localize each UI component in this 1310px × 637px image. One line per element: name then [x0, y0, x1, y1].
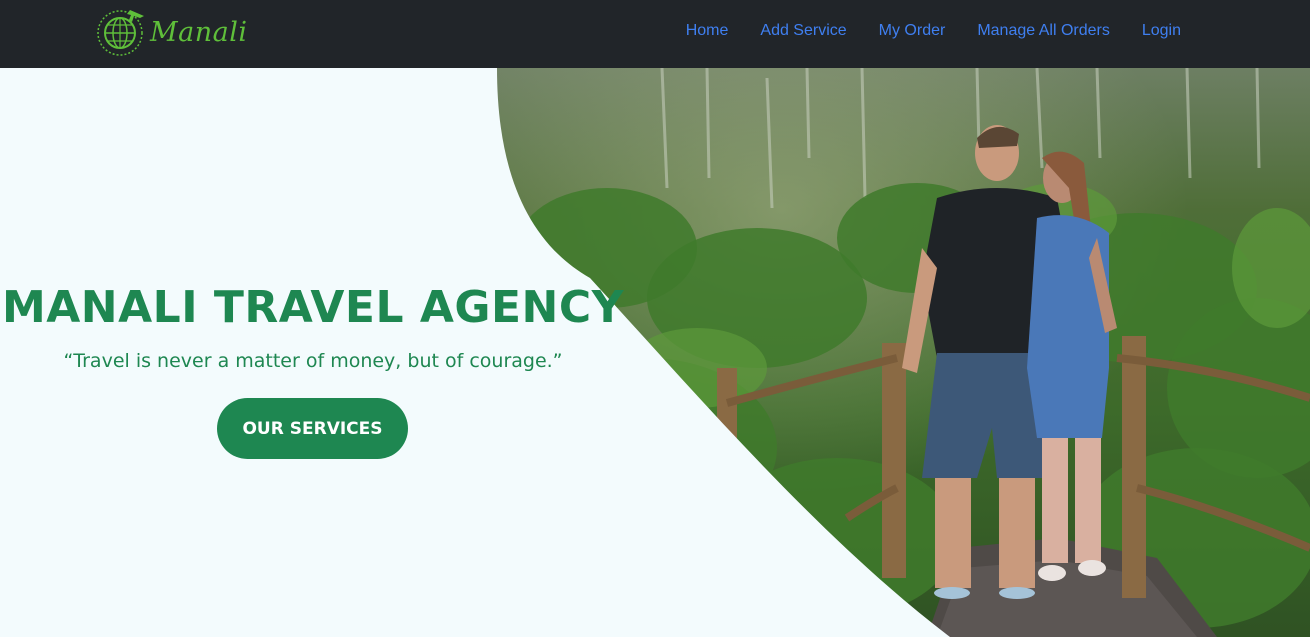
brand-logo-link[interactable]: Manali [96, 4, 248, 60]
hero-title: MANALI TRAVEL AGENCY [1, 282, 625, 333]
our-services-button[interactable]: OUR SERVICES [217, 398, 408, 459]
globe-plane-icon [97, 10, 144, 56]
nav-link-home[interactable]: Home [686, 22, 729, 40]
top-navbar: Manali Home Add Service My Order Manage … [0, 0, 1310, 68]
nav-link-my-order[interactable]: My Order [879, 22, 946, 40]
nav-link-login[interactable]: Login [1142, 22, 1181, 40]
hero-section: MANALI TRAVEL AGENCY “Travel is never a … [0, 0, 626, 637]
nav-links: Home Add Service My Order Manage All Ord… [686, 0, 1181, 62]
nav-link-manage-all-orders[interactable]: Manage All Orders [977, 22, 1110, 40]
nav-link-add-service[interactable]: Add Service [760, 22, 846, 40]
hero-quote: “Travel is never a matter of money, but … [63, 350, 563, 372]
brand-name: Manali [150, 16, 248, 48]
